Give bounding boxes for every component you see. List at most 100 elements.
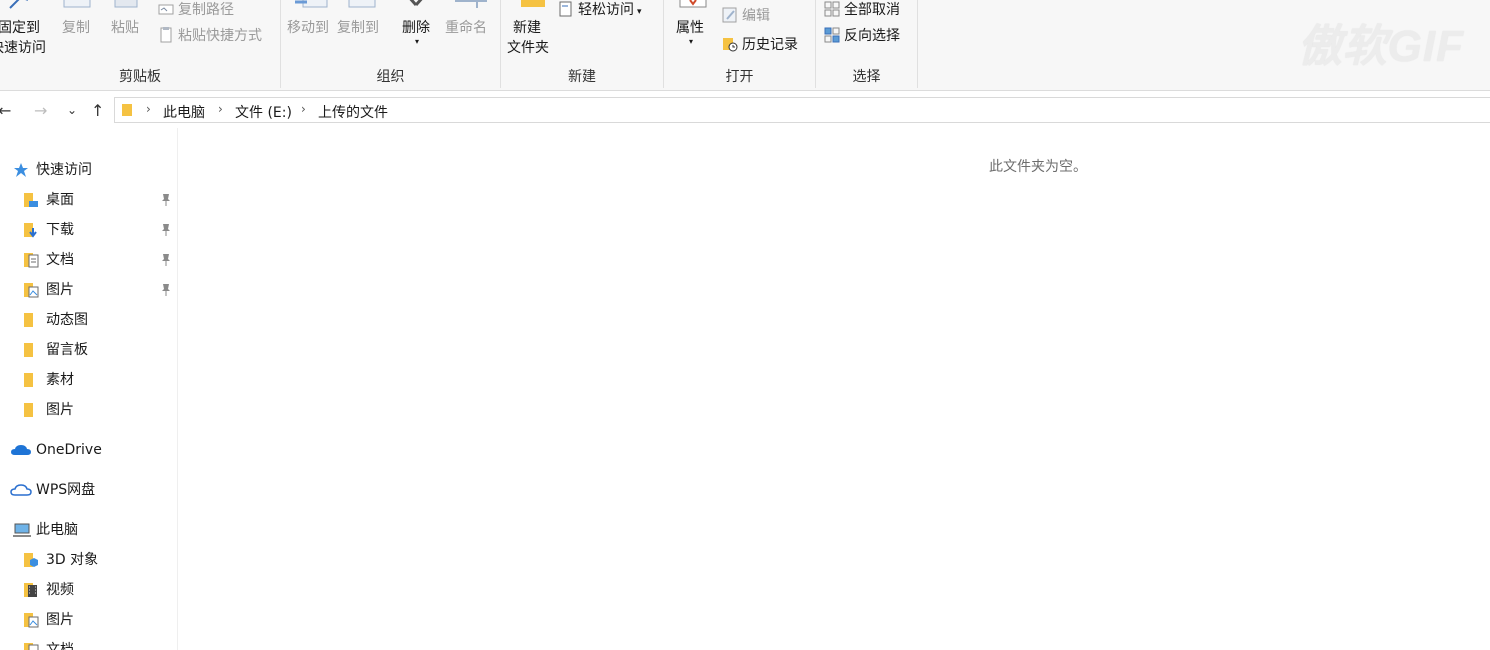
paste-shortcut-label: 粘贴快捷方式 xyxy=(178,28,262,44)
easy-access-icon xyxy=(559,1,572,17)
address-bar[interactable]: › 此电脑 › 文件 (E:) › 上传的文件 xyxy=(114,97,1490,123)
edit-button[interactable]: 编辑 xyxy=(722,6,770,26)
organize-group: 移动到 复制到 删除 ▾ 重命名 组织 xyxy=(281,0,501,88)
recent-locations-chevron-icon[interactable]: ⌄ xyxy=(67,103,77,117)
invert-selection-label: 反向选择 xyxy=(844,28,900,44)
breadcrumb-chevron-icon[interactable]: › xyxy=(218,102,223,116)
sidebar-item-videos[interactable]: 视频 xyxy=(0,575,178,605)
rename-label: 重命名 xyxy=(445,20,487,36)
pin-label-line2: 快速访问 xyxy=(0,40,46,56)
sidebar-item-label: OneDrive xyxy=(36,442,102,458)
sidebar-item-label: 3D 对象 xyxy=(46,552,99,568)
easy-access-label: 轻松访问 xyxy=(578,2,634,18)
sidebar-item-desktop[interactable]: 桌面 xyxy=(0,185,178,215)
delete-icon xyxy=(409,0,423,6)
pin-label-line1: 固定到 xyxy=(0,20,40,36)
sidebar-item-this-pc[interactable]: 此电脑 xyxy=(0,515,178,545)
sidebar-item-label: 下载 xyxy=(46,222,74,238)
back-arrow-icon[interactable]: ← xyxy=(0,101,11,120)
star-icon xyxy=(14,163,28,177)
folder-icon xyxy=(24,373,33,387)
sidebar-item-label: 图片 xyxy=(46,612,74,628)
sidebar-item-pictures[interactable]: 图片 xyxy=(0,275,178,305)
address-bar-row: ← → ⌄ ↑ › 此电脑 › 文件 (E:) › 上传的文件 xyxy=(0,92,1490,128)
sidebar-item-quick-access[interactable]: 快速访问 xyxy=(0,155,178,185)
sidebar-item-3d-objects[interactable]: 3D 对象 xyxy=(0,545,178,575)
empty-folder-message: 此文件夹为空。 xyxy=(989,159,1087,175)
download-folder-icon xyxy=(24,223,37,238)
sidebar-item-onedrive[interactable]: OneDrive xyxy=(0,435,178,465)
forward-arrow-icon[interactable]: → xyxy=(34,101,47,120)
sidebar-item-documents[interactable]: 文档 xyxy=(0,245,178,275)
pin-icon[interactable] xyxy=(160,223,172,237)
open-group-label: 打开 xyxy=(725,69,754,85)
folder-location-icon xyxy=(122,104,132,116)
select-none-button[interactable]: 全部取消 xyxy=(824,0,900,20)
invert-selection-icon xyxy=(824,27,840,43)
clipboard-group-label: 剪贴板 xyxy=(119,69,161,85)
properties-dropdown-icon[interactable]: ▾ xyxy=(689,32,693,52)
delete-dropdown-icon[interactable]: ▾ xyxy=(415,32,419,52)
paste-shortcut-button[interactable]: 粘贴快捷方式 xyxy=(158,26,262,46)
new-folder-label-line1: 新建 xyxy=(513,20,541,36)
history-button[interactable]: 历史记录 xyxy=(722,35,798,55)
sidebar-item-wps-drive[interactable]: WPS网盘 xyxy=(0,475,178,505)
sidebar-item-label: WPS网盘 xyxy=(36,482,96,498)
file-list-area[interactable]: 此文件夹为空。 xyxy=(179,128,1490,650)
invert-selection-button[interactable]: 反向选择 xyxy=(824,26,900,46)
breadcrumb-uploaded-files[interactable]: 上传的文件 xyxy=(318,102,388,122)
sidebar-item-label: 文档 xyxy=(46,642,74,650)
sidebar-item-pc-pictures[interactable]: 图片 xyxy=(0,605,178,635)
sidebar-item-downloads[interactable]: 下载 xyxy=(0,215,178,245)
cloud-icon xyxy=(11,445,31,455)
folder-icon xyxy=(24,403,33,417)
sidebar-item-label: 视频 xyxy=(46,582,74,598)
breadcrumb-chevron-icon[interactable]: › xyxy=(301,102,306,116)
properties-icon xyxy=(679,0,707,8)
easy-access-button[interactable]: 轻松访问 ▾ xyxy=(558,0,642,22)
sidebar-item-label: 文档 xyxy=(46,252,74,268)
sidebar-item-label: 图片 xyxy=(46,282,74,298)
select-none-icon xyxy=(824,1,840,17)
select-none-label: 全部取消 xyxy=(844,2,900,18)
edit-label: 编辑 xyxy=(742,8,770,24)
videos-folder-icon xyxy=(24,583,37,597)
open-group: 属性 ▾ 编辑 历史记录 打开 xyxy=(664,0,816,88)
documents-folder-icon xyxy=(24,253,39,268)
pin-icon xyxy=(9,0,28,9)
sidebar-item-gifs[interactable]: 动态图 xyxy=(0,305,178,335)
new-folder-icon xyxy=(521,0,545,7)
folder-icon xyxy=(24,343,33,357)
sidebar-item-images[interactable]: 图片 xyxy=(0,395,178,425)
history-label: 历史记录 xyxy=(742,37,798,53)
sidebar-item-label: 素材 xyxy=(46,372,74,388)
easy-access-dropdown-icon: ▾ xyxy=(637,7,642,17)
paste-shortcut-icon xyxy=(160,27,172,43)
select-group-label: 选择 xyxy=(852,69,881,85)
rename-icon xyxy=(455,0,487,8)
copy-to-label: 复制到 xyxy=(337,20,379,36)
move-to-icon xyxy=(295,0,328,8)
pin-icon[interactable] xyxy=(160,193,172,207)
breadcrumb-chevron-icon[interactable]: › xyxy=(146,102,151,116)
computer-icon xyxy=(13,523,31,537)
breadcrumb-this-pc[interactable]: 此电脑 xyxy=(163,102,205,122)
sidebar-item-label: 桌面 xyxy=(46,192,74,208)
edit-icon xyxy=(722,7,737,23)
sidebar-item-label: 动态图 xyxy=(46,312,88,328)
pin-icon[interactable] xyxy=(160,283,172,297)
sidebar-item-message-board[interactable]: 留言板 xyxy=(0,335,178,365)
copy-path-button[interactable]: 复制路径 xyxy=(158,0,234,20)
new-group-label: 新建 xyxy=(568,69,596,85)
sidebar-item-label: 图片 xyxy=(46,402,74,418)
sidebar-item-pc-documents[interactable]: 文档 xyxy=(0,635,178,650)
copy-path-label: 复制路径 xyxy=(178,2,234,18)
sidebar-item-materials[interactable]: 素材 xyxy=(0,365,178,395)
pin-icon[interactable] xyxy=(160,253,172,267)
new-group: 新建 文件夹 轻松访问 ▾ 新建 xyxy=(501,0,664,88)
up-arrow-icon[interactable]: ↑ xyxy=(91,101,104,120)
new-folder-label-line2: 文件夹 xyxy=(507,40,549,56)
breadcrumb-drive-e[interactable]: 文件 (E:) xyxy=(235,102,292,122)
cloud-outline-icon xyxy=(10,484,32,496)
sidebar-item-label: 留言板 xyxy=(46,342,88,358)
